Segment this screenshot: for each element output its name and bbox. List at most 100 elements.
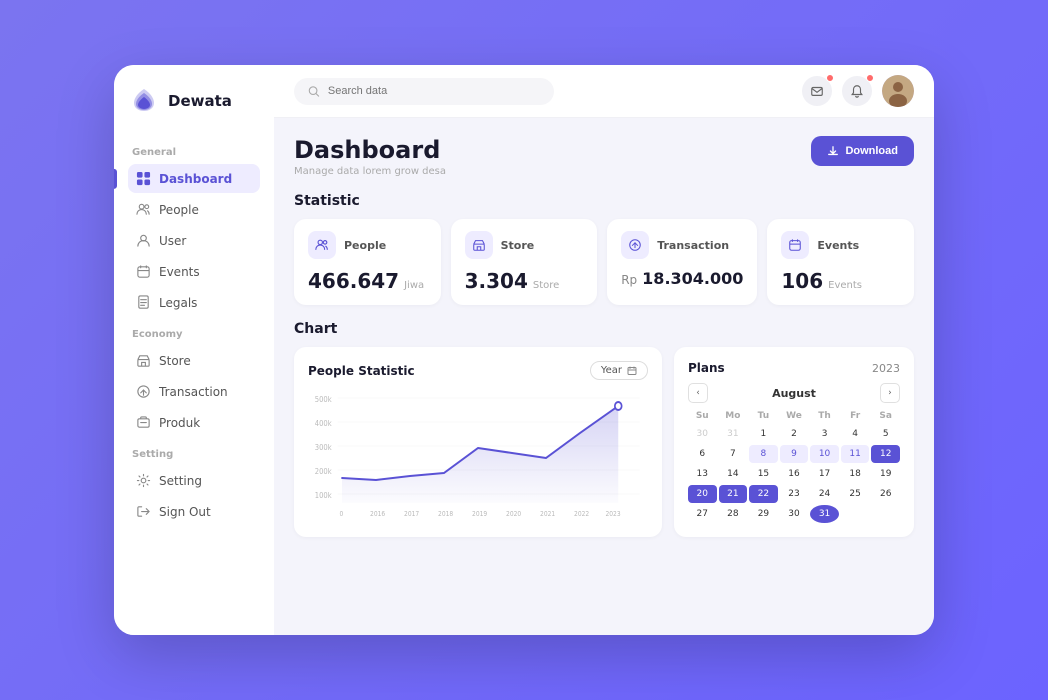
sidebar-item-transaction[interactable]: Transaction bbox=[128, 377, 260, 406]
cal-day[interactable]: 4 bbox=[841, 425, 870, 443]
sidebar-item-dashboard[interactable]: Dashboard bbox=[128, 164, 260, 193]
notification-badge bbox=[866, 74, 874, 82]
stat-value-transaction: 18.304.000 bbox=[642, 269, 743, 288]
download-button[interactable]: Download bbox=[811, 136, 914, 166]
cal-day[interactable]: 18 bbox=[841, 465, 870, 483]
cal-day-today[interactable]: 31 bbox=[810, 505, 839, 523]
sidebar-item-label: Dashboard bbox=[159, 172, 232, 186]
cal-day[interactable]: 7 bbox=[719, 445, 748, 463]
page-header: Dashboard Manage data lorem grow desa Do… bbox=[294, 136, 914, 177]
topbar-right bbox=[802, 75, 914, 107]
sidebar-item-signout[interactable]: Sign Out bbox=[128, 497, 260, 526]
sidebar-item-store[interactable]: Store bbox=[128, 346, 260, 375]
cal-day[interactable]: 27 bbox=[688, 505, 717, 523]
cal-day[interactable]: 30 bbox=[688, 425, 717, 443]
year-filter[interactable]: Year bbox=[590, 361, 648, 380]
next-month-button[interactable]: › bbox=[880, 383, 900, 403]
general-section-label: General bbox=[128, 147, 260, 158]
cal-day[interactable]: 30 bbox=[780, 505, 809, 523]
sidebar-item-label: Produk bbox=[159, 416, 200, 430]
calendar-card: Plans 2023 ‹ August › Su Mo Tu bbox=[674, 347, 914, 537]
cal-day[interactable]: 10 bbox=[810, 445, 839, 463]
cal-day[interactable]: 12 bbox=[871, 445, 900, 463]
setting-section-label: Setting bbox=[128, 449, 260, 460]
stat-card-store-header: Store bbox=[465, 231, 584, 259]
cal-day[interactable]: 14 bbox=[719, 465, 748, 483]
chart-card-people: People Statistic Year bbox=[294, 347, 662, 537]
cal-day[interactable]: 11 bbox=[841, 445, 870, 463]
cal-day[interactable]: 8 bbox=[749, 445, 778, 463]
calendar-header-row: Plans 2023 bbox=[688, 361, 900, 375]
stat-value-row-transaction: Rp 18.304.000 bbox=[621, 269, 743, 288]
cal-day bbox=[871, 505, 900, 523]
stat-value-people: 466.647 bbox=[308, 269, 399, 293]
sidebar-item-events[interactable]: Events bbox=[128, 257, 260, 286]
avatar[interactable] bbox=[882, 75, 914, 107]
prev-month-button[interactable]: ‹ bbox=[688, 383, 708, 403]
transaction-icon-wrap bbox=[621, 231, 649, 259]
app-window: Dewata General Dashboard bbox=[114, 65, 934, 635]
cal-day[interactable]: 16 bbox=[780, 465, 809, 483]
cal-day[interactable]: 9 bbox=[780, 445, 809, 463]
stat-label-people: People bbox=[344, 239, 386, 252]
svg-text:2022: 2022 bbox=[574, 510, 589, 518]
cal-header-th: Th bbox=[810, 409, 839, 423]
cal-day[interactable]: 31 bbox=[719, 425, 748, 443]
cal-header-fr: Fr bbox=[841, 409, 870, 423]
cal-day[interactable]: 5 bbox=[871, 425, 900, 443]
cal-day[interactable]: 21 bbox=[719, 485, 748, 503]
user-icon bbox=[136, 233, 151, 248]
cal-day[interactable]: 13 bbox=[688, 465, 717, 483]
download-label: Download bbox=[845, 145, 898, 157]
stat-card-events: Events 106 Events bbox=[767, 219, 914, 305]
cal-day[interactable]: 25 bbox=[841, 485, 870, 503]
cal-day[interactable]: 20 bbox=[688, 485, 717, 503]
sidebar-item-user[interactable]: User bbox=[128, 226, 260, 255]
topbar bbox=[274, 65, 934, 118]
sidebar-item-produk[interactable]: Produk bbox=[128, 408, 260, 437]
cal-day[interactable]: 22 bbox=[749, 485, 778, 503]
calendar-year: 2023 bbox=[872, 362, 900, 375]
svg-text:2019: 2019 bbox=[472, 510, 487, 518]
stat-card-transaction: Transaction Rp 18.304.000 bbox=[607, 219, 757, 305]
mail-button[interactable] bbox=[802, 76, 832, 106]
cal-day[interactable]: 28 bbox=[719, 505, 748, 523]
cal-day[interactable]: 23 bbox=[780, 485, 809, 503]
page-title: Dashboard bbox=[294, 136, 446, 164]
stat-label-events: Events bbox=[817, 239, 859, 252]
bell-icon bbox=[850, 84, 864, 98]
cal-day[interactable]: 19 bbox=[871, 465, 900, 483]
search-input[interactable] bbox=[328, 85, 540, 97]
sidebar-item-label: Sign Out bbox=[159, 505, 211, 519]
svg-text:300k: 300k bbox=[315, 442, 333, 452]
mail-icon bbox=[810, 84, 824, 98]
cal-day[interactable]: 24 bbox=[810, 485, 839, 503]
cal-day[interactable]: 1 bbox=[749, 425, 778, 443]
cal-day[interactable]: 15 bbox=[749, 465, 778, 483]
stat-prefix-transaction: Rp bbox=[621, 273, 637, 287]
cal-day[interactable]: 6 bbox=[688, 445, 717, 463]
legals-icon bbox=[136, 295, 151, 310]
stat-unit-store: Store bbox=[533, 280, 559, 291]
title-area: Dashboard Manage data lorem grow desa bbox=[294, 136, 446, 177]
cal-day[interactable]: 3 bbox=[810, 425, 839, 443]
cal-day[interactable]: 2 bbox=[780, 425, 809, 443]
svg-text:100k: 100k bbox=[315, 490, 333, 500]
search-bar[interactable] bbox=[294, 78, 554, 105]
year-filter-label: Year bbox=[601, 365, 622, 376]
cal-day[interactable]: 26 bbox=[871, 485, 900, 503]
sidebar-item-legals[interactable]: Legals bbox=[128, 288, 260, 317]
logo-icon bbox=[128, 85, 160, 117]
stats-grid: People 466.647 Jiwa bbox=[294, 219, 914, 305]
svg-text:500k: 500k bbox=[315, 394, 333, 404]
sidebar-item-setting[interactable]: Setting bbox=[128, 466, 260, 495]
sidebar-item-people[interactable]: People bbox=[128, 195, 260, 224]
svg-text:2018: 2018 bbox=[438, 510, 453, 518]
cal-day[interactable]: 17 bbox=[810, 465, 839, 483]
calendar-title: Plans bbox=[688, 361, 725, 375]
chart-row: People Statistic Year bbox=[294, 347, 914, 537]
cal-day[interactable]: 29 bbox=[749, 505, 778, 523]
notification-button[interactable] bbox=[842, 76, 872, 106]
calendar-month-nav: ‹ August › bbox=[688, 383, 900, 403]
stat-value-store: 3.304 bbox=[465, 269, 528, 293]
